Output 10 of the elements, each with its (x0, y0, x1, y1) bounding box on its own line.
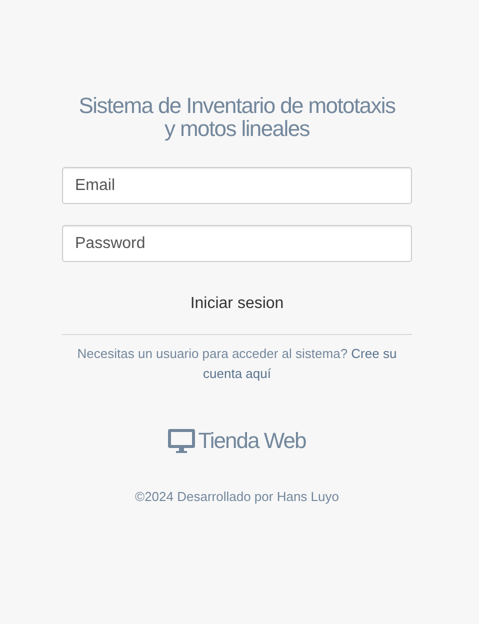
signup-text: Necesitas un usuario para acceder al sistema? Cree su cuenta aquí (76, 345, 398, 383)
signup-link[interactable]: Cree su (351, 346, 397, 361)
copyright-text: ©2024 Desarrollado por Hans Luyo (135, 488, 339, 506)
page-title: Sistema de Inventario de mototaxis y motos lineales (78, 94, 396, 140)
input-field[interactable]: Email (62, 167, 412, 204)
signup-link[interactable]: cuenta aquí (203, 366, 271, 381)
brand-name: Tienda Web (198, 427, 306, 455)
login-button[interactable]: Iniciar sesion (182, 290, 292, 318)
input-field[interactable]: Password (62, 225, 412, 262)
monitor-icon (168, 428, 196, 452)
